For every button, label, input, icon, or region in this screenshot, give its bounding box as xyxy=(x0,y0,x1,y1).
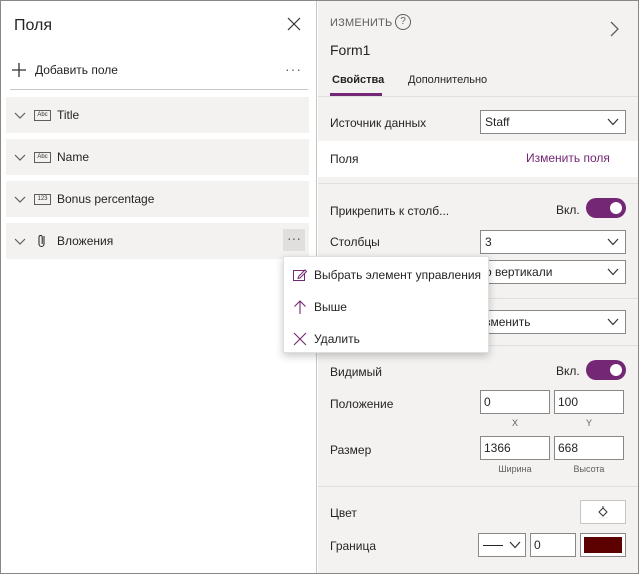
default-mode-dropdown[interactable]: зменить xyxy=(480,310,626,334)
chevron-down-icon xyxy=(509,541,521,549)
edit-fields-link[interactable]: Изменить поля xyxy=(526,151,610,165)
divider xyxy=(318,183,638,184)
menu-item-label: Выбрать элемент управления xyxy=(314,268,482,282)
chevron-down-icon xyxy=(607,238,619,246)
help-icon[interactable]: ? xyxy=(395,14,411,30)
close-icon xyxy=(292,331,308,347)
field-row-attachments[interactable]: Вложения ··· xyxy=(6,223,309,259)
border-style-dropdown[interactable] xyxy=(478,533,526,557)
size-width-input[interactable]: 1366 xyxy=(480,436,550,460)
visible-label: Видимый xyxy=(330,365,382,379)
toggle-knob xyxy=(610,364,622,376)
add-field-button[interactable]: Добавить поле xyxy=(11,59,118,81)
field-name: Title xyxy=(57,108,80,122)
menu-item-move-up[interactable]: Выше xyxy=(284,291,488,323)
chevron-down-icon xyxy=(607,268,619,276)
chevron-down-icon[interactable] xyxy=(14,235,26,247)
control-name: Form1 xyxy=(330,42,371,58)
edit-control-icon xyxy=(292,267,308,283)
position-y-input[interactable]: 100 xyxy=(554,390,624,414)
more-options-icon[interactable]: ··· xyxy=(285,61,302,77)
fill-color-button[interactable] xyxy=(580,500,626,524)
layout-value: о вертикали xyxy=(485,265,553,279)
size-height-input[interactable]: 668 xyxy=(554,436,624,460)
border-width-input[interactable]: 0 xyxy=(530,533,576,557)
toggle-knob xyxy=(610,202,622,214)
number-field-icon: 123 xyxy=(34,193,51,205)
snap-toggle[interactable] xyxy=(586,198,626,218)
data-source-dropdown[interactable]: Staff xyxy=(480,110,626,134)
color-label: Цвет xyxy=(330,506,357,520)
snap-toggle-state: Вкл. xyxy=(556,203,580,217)
visible-toggle-state: Вкл. xyxy=(556,364,580,378)
visible-toggle[interactable] xyxy=(586,360,626,380)
columns-label: Столбцы xyxy=(330,235,380,249)
size-label: Размер xyxy=(330,443,372,457)
fields-pane-title: Поля xyxy=(14,17,53,34)
close-icon[interactable] xyxy=(285,15,303,33)
width-caption: Ширина xyxy=(498,464,532,474)
field-context-menu: Выбрать элемент управления Выше Удалить xyxy=(283,256,489,353)
field-row-bonus-percentage[interactable]: 123 Bonus percentage xyxy=(6,181,309,217)
chevron-down-icon[interactable] xyxy=(14,193,26,205)
layout-dropdown[interactable]: о вертикали xyxy=(480,260,626,284)
position-label: Положение xyxy=(330,397,394,411)
chevron-down-icon[interactable] xyxy=(14,151,26,163)
field-name: Bonus percentage xyxy=(57,192,155,206)
more-options-icon[interactable]: ··· xyxy=(283,229,305,251)
menu-item-label: Выше xyxy=(314,300,347,314)
chevron-down-icon[interactable] xyxy=(14,109,26,121)
border-color-button[interactable] xyxy=(580,533,626,557)
add-field-label: Добавить поле xyxy=(35,63,118,77)
chevron-right-icon[interactable] xyxy=(608,21,620,37)
tab-properties[interactable]: Свойства xyxy=(332,74,384,86)
columns-value: 3 xyxy=(485,235,492,249)
divider xyxy=(318,486,638,487)
text-field-icon: Abc xyxy=(34,109,51,121)
data-source-value: Staff xyxy=(485,115,510,129)
tab-advanced[interactable]: Дополнительно xyxy=(408,74,487,86)
border-line-preview xyxy=(483,544,503,546)
menu-item-delete[interactable]: Удалить xyxy=(284,323,488,355)
field-row-name[interactable]: Abc Name xyxy=(6,139,309,175)
plus-icon xyxy=(12,63,26,77)
default-mode-value: зменить xyxy=(485,315,531,329)
border-color-swatch xyxy=(584,537,622,553)
snap-to-columns-label: Прикрепить к столб... xyxy=(330,204,450,218)
paint-bucket-icon xyxy=(598,506,608,519)
chevron-down-icon xyxy=(607,318,619,326)
menu-item-select-control[interactable]: Выбрать элемент управления xyxy=(284,259,488,291)
field-row-title[interactable]: Abc Title xyxy=(6,97,309,133)
pane-header-label: ИЗМЕНИТЬ xyxy=(330,17,393,29)
border-label: Граница xyxy=(330,539,377,553)
menu-item-label: Удалить xyxy=(314,332,360,346)
text-field-icon: Abc xyxy=(34,151,51,163)
field-name: Вложения xyxy=(57,234,114,248)
fields-pane: Поля Добавить поле ··· Abc Title Abc Nam… xyxy=(1,1,317,573)
x-caption: X xyxy=(511,418,518,428)
fields-label: Поля xyxy=(330,152,359,166)
divider xyxy=(10,89,308,90)
position-x-input[interactable]: 0 xyxy=(480,390,550,414)
y-caption: Y xyxy=(585,418,592,428)
chevron-down-icon xyxy=(607,118,619,126)
data-source-label: Источник данных xyxy=(330,116,427,130)
arrow-up-icon xyxy=(292,299,308,315)
height-caption: Высота xyxy=(573,464,605,474)
field-name: Name xyxy=(57,150,90,164)
divider xyxy=(318,96,638,97)
paperclip-icon xyxy=(34,233,51,249)
columns-dropdown[interactable]: 3 xyxy=(480,230,626,254)
